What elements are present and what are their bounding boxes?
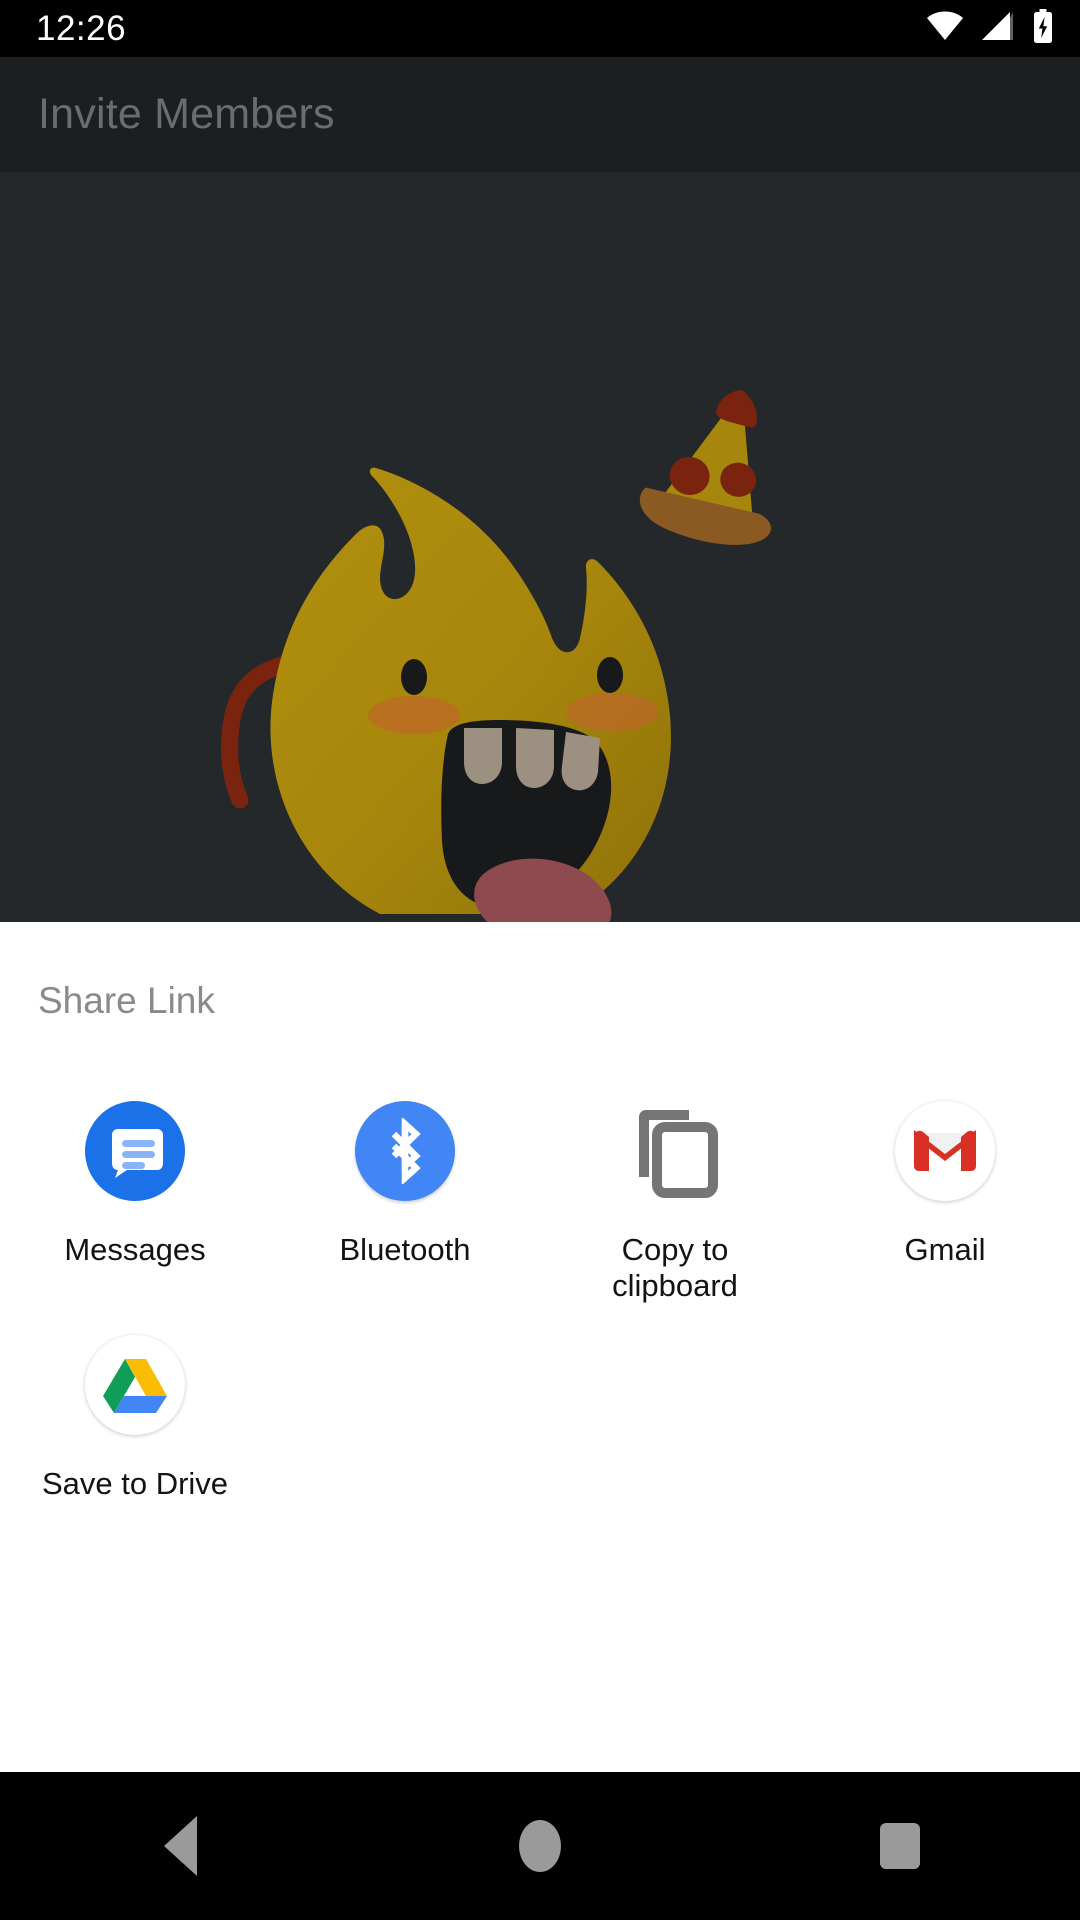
share-sheet: Share Link Messages Bluetooth Copy to cl… <box>0 922 1080 1772</box>
navigation-bar <box>0 1772 1080 1920</box>
share-target-label: Save to Drive <box>41 1466 229 1501</box>
nav-home-button[interactable] <box>465 1772 615 1920</box>
share-target-label: Copy to clipboard <box>612 1232 738 1303</box>
google-drive-icon-wrapper <box>76 1326 194 1444</box>
nav-recents-button[interactable] <box>825 1772 975 1920</box>
cellular-signal-icon <box>980 11 1016 46</box>
flame-monster-illustration <box>221 390 771 922</box>
status-bar: 12:26 <box>0 0 1080 57</box>
share-target-save-to-drive[interactable]: Save to Drive <box>0 1304 270 1502</box>
phone-screen: 12:26 Invite Members Share Link Messages… <box>0 0 1080 1920</box>
app-toolbar: Invite Members <box>0 57 1080 172</box>
google-messages-icon-wrapper <box>76 1092 194 1210</box>
share-target-label: Messages <box>64 1232 206 1267</box>
share-target-label: Bluetooth <box>339 1232 471 1267</box>
google-messages-icon <box>85 1101 185 1201</box>
content-area <box>0 172 1080 922</box>
battery-charging-icon <box>1032 9 1054 48</box>
copy-to-clipboard-icon-wrapper <box>616 1092 734 1210</box>
gmail-icon <box>895 1101 995 1201</box>
share-targets-grid: Messages Bluetooth Copy to clipboard Gma… <box>0 1070 1080 1502</box>
nav-back-button[interactable] <box>105 1772 255 1920</box>
copy-to-clipboard-icon <box>639 1110 718 1198</box>
bluetooth-icon-wrapper <box>346 1092 464 1210</box>
share-target-gmail[interactable]: Gmail <box>810 1070 1080 1304</box>
gmail-icon-wrapper <box>886 1092 1004 1210</box>
recents-square-icon <box>880 1823 920 1869</box>
share-target-label: Gmail <box>904 1232 986 1267</box>
share-target-messages[interactable]: Messages <box>0 1070 270 1304</box>
share-target-bluetooth[interactable]: Bluetooth <box>270 1070 540 1304</box>
home-circle-icon <box>519 1820 561 1872</box>
bluetooth-icon <box>355 1101 455 1201</box>
share-sheet-title: Share Link <box>38 980 215 1021</box>
page-title: Invite Members <box>38 90 335 138</box>
status-bar-icons <box>926 9 1054 48</box>
status-bar-clock: 12:26 <box>36 9 127 48</box>
google-drive-icon <box>85 1335 185 1435</box>
share-target-copy-to-clipboard[interactable]: Copy to clipboard <box>540 1070 810 1304</box>
back-triangle-icon <box>163 1816 197 1876</box>
wifi-icon <box>926 11 964 46</box>
